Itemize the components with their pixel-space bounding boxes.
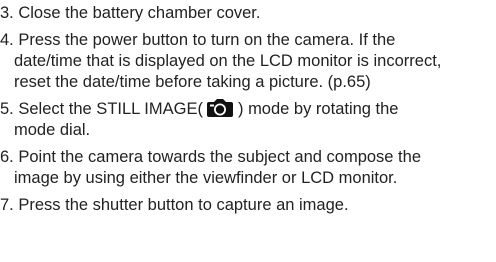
instruction-list: 3. Close the battery chamber cover. 4. P… [0, 3, 496, 222]
step-5: 5. Select the STILL IMAGE( ) mode by rot… [0, 99, 496, 141]
document-page: 3. Close the battery chamber cover. 4. P… [0, 0, 496, 262]
step-3: 3. Close the battery chamber cover. [0, 3, 496, 24]
step-7-line-1: 7. Press the shutter button to capture a… [0, 196, 349, 214]
step-5-line-1: 5. Select the STILL IMAGE( ) mode by rot… [0, 99, 496, 120]
step-6-line-1: 6. Point the camera towards the subject … [0, 148, 421, 166]
step-3-line-1: 3. Close the battery chamber cover. [0, 4, 261, 22]
step-5-line-1-start: 5. Select the STILL IMAGE( [0, 100, 203, 118]
step-4-line-2: date/time that is displayed on the LCD m… [14, 52, 442, 70]
step-7: 7. Press the shutter button to capture a… [0, 195, 496, 216]
camera-icon [206, 99, 234, 117]
step-4-line-3: reset the date/time before taking a pict… [14, 73, 371, 91]
step-5-line-1-end: ) mode by rotating the [237, 100, 399, 118]
step-4-line-1: 4. Press the power button to turn on the… [0, 31, 396, 49]
step-6: 6. Point the camera towards the subject … [0, 147, 496, 189]
step-6-line-2: image by using either the viewfinder or … [14, 169, 398, 187]
step-5-line-2: mode dial. [14, 121, 91, 139]
step-4: 4. Press the power button to turn on the… [0, 30, 496, 93]
